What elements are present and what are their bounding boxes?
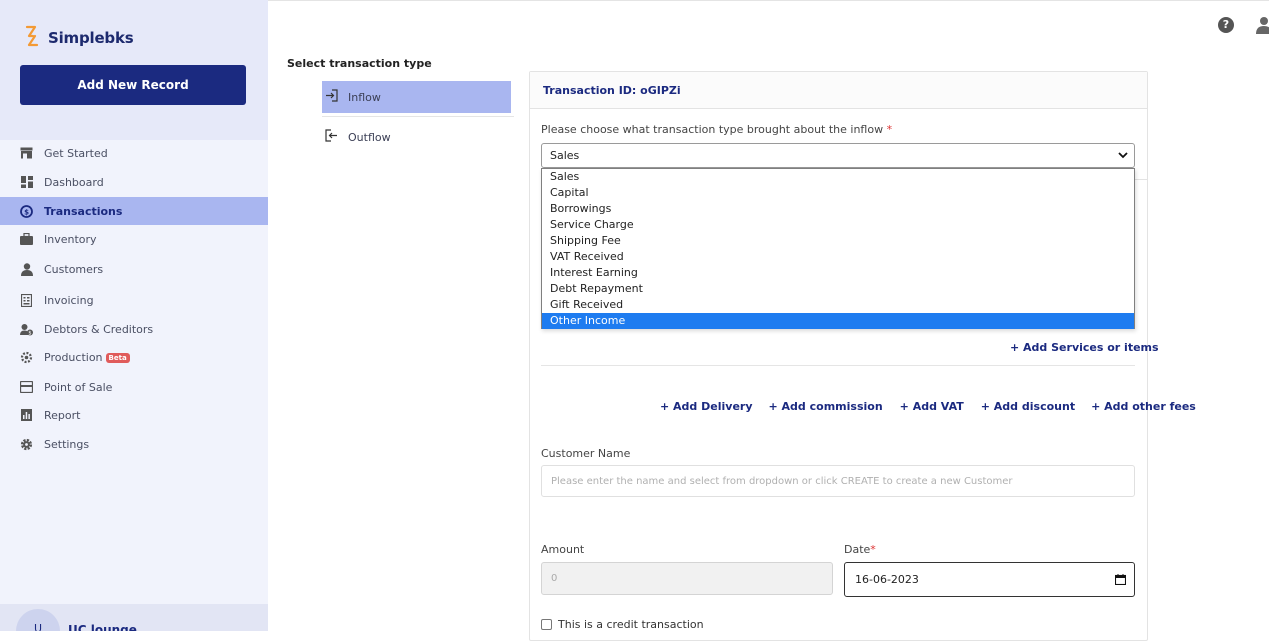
transaction-type-select[interactable]: Sales bbox=[541, 143, 1135, 168]
sidebar-item-label: Customers bbox=[44, 262, 104, 276]
credit-transaction-label: This is a credit transaction bbox=[558, 618, 704, 631]
type-outflow[interactable]: Outflow bbox=[322, 121, 511, 153]
logout-icon bbox=[325, 129, 339, 145]
transactions-icon: $ bbox=[20, 204, 33, 218]
pos-icon bbox=[20, 381, 33, 394]
dropdown-option[interactable]: Service Charge bbox=[542, 217, 1134, 233]
divider bbox=[541, 365, 1135, 366]
sidebar-item-label: Report bbox=[44, 408, 81, 422]
sidebar-item-label: Settings bbox=[44, 437, 90, 451]
divider bbox=[322, 116, 514, 117]
debtors-icon: $ bbox=[20, 323, 33, 336]
add-discount-link[interactable]: + Add discount bbox=[981, 400, 1075, 413]
sidebar: Simplebks Add New Record Get Started Das… bbox=[0, 0, 268, 631]
credit-transaction-row: This is a credit transaction bbox=[541, 618, 704, 631]
dropdown-option[interactable]: VAT Received bbox=[542, 249, 1134, 265]
svg-text:$: $ bbox=[24, 208, 29, 216]
sidebar-item-debtors-creditors[interactable]: $ Debtors & Creditors bbox=[0, 315, 268, 343]
dropdown-option[interactable]: Sales bbox=[542, 169, 1134, 185]
dropdown-option[interactable]: Debt Repayment bbox=[542, 281, 1134, 297]
customer-name-input[interactable] bbox=[541, 465, 1135, 497]
amount-input[interactable] bbox=[541, 562, 833, 595]
app-name: Simplebks bbox=[48, 29, 134, 47]
dropdown-option[interactable]: Gift Received bbox=[542, 297, 1134, 313]
dropdown-option[interactable]: Borrowings bbox=[542, 201, 1134, 217]
help-icon[interactable]: ? bbox=[1218, 17, 1234, 33]
user-name: UC lounge bbox=[68, 623, 137, 631]
add-services-link[interactable]: + Add Services or items bbox=[1010, 341, 1159, 354]
briefcase-icon bbox=[20, 233, 33, 246]
dropdown-option-highlighted[interactable]: Other Income bbox=[542, 313, 1134, 329]
sidebar-item-label: Debtors & Creditors bbox=[44, 322, 154, 336]
type-label: Outflow bbox=[348, 130, 391, 144]
sidebar-item-production[interactable]: Production Beta bbox=[0, 343, 268, 371]
avatar: U bbox=[16, 609, 60, 631]
sidebar-item-customers[interactable]: Customers bbox=[0, 255, 268, 283]
date-label-text: Date bbox=[844, 543, 871, 556]
store-icon bbox=[20, 147, 33, 160]
add-vat-link[interactable]: + Add VAT bbox=[900, 400, 964, 413]
select-transaction-type-title: Select transaction type bbox=[287, 57, 432, 70]
report-icon bbox=[20, 409, 33, 422]
divider bbox=[1135, 179, 1147, 180]
beta-badge: Beta bbox=[105, 352, 130, 363]
type-inflow[interactable]: Inflow bbox=[322, 81, 511, 113]
sidebar-item-label: Invoicing bbox=[44, 293, 94, 307]
sidebar-item-invoicing[interactable]: Invoicing bbox=[0, 286, 268, 314]
sidebar-item-transactions[interactable]: $ Transactions bbox=[0, 197, 268, 225]
dropdown-option[interactable]: Interest Earning bbox=[542, 265, 1134, 281]
customer-name-label: Customer Name bbox=[541, 447, 631, 460]
login-icon bbox=[325, 89, 339, 105]
sidebar-item-settings[interactable]: Settings bbox=[0, 430, 268, 458]
svg-text:$: $ bbox=[28, 330, 31, 336]
gear-icon bbox=[20, 438, 33, 451]
calendar-icon[interactable] bbox=[1114, 574, 1127, 586]
question-text: Please choose what transaction type brou… bbox=[541, 123, 884, 136]
production-label: Production bbox=[44, 350, 103, 364]
dropdown-option[interactable]: Shipping Fee bbox=[542, 233, 1134, 249]
sidebar-item-label: Get Started bbox=[44, 146, 108, 160]
dropdown-option[interactable]: Capital bbox=[542, 185, 1134, 201]
dashboard-icon bbox=[20, 176, 33, 189]
sidebar-item-label: Point of Sale bbox=[44, 380, 113, 394]
transaction-type-question: Please choose what transaction type brou… bbox=[541, 123, 892, 136]
required-mark: * bbox=[886, 123, 893, 136]
simplebks-logo-icon bbox=[22, 25, 42, 51]
sidebar-item-label: Dashboard bbox=[44, 175, 104, 189]
invoice-icon bbox=[20, 293, 33, 307]
add-other-fees-link[interactable]: + Add other fees bbox=[1091, 400, 1196, 413]
date-input[interactable]: 16-06-2023 bbox=[844, 562, 1135, 597]
sidebar-item-inventory[interactable]: Inventory bbox=[0, 225, 268, 253]
add-delivery-link[interactable]: + Add Delivery bbox=[660, 400, 753, 413]
app-logo[interactable]: Simplebks bbox=[22, 25, 134, 51]
required-mark: * bbox=[870, 543, 876, 556]
amount-label: Amount bbox=[541, 543, 585, 556]
user-profile[interactable]: U UC lounge bbox=[0, 604, 268, 631]
production-icon bbox=[20, 351, 33, 364]
add-new-record-button[interactable]: Add New Record bbox=[20, 65, 246, 105]
date-value: 16-06-2023 bbox=[855, 573, 919, 586]
transaction-id: Transaction ID: oGIPZi bbox=[543, 84, 681, 97]
chevron-down-icon bbox=[1118, 150, 1128, 160]
sidebar-item-label: Transactions bbox=[44, 204, 123, 218]
type-label: Inflow bbox=[348, 90, 381, 104]
sidebar-item-get-started[interactable]: Get Started bbox=[0, 139, 268, 167]
selected-value: Sales bbox=[550, 149, 580, 162]
sidebar-item-dashboard[interactable]: Dashboard bbox=[0, 168, 268, 196]
add-commission-link[interactable]: + Add commission bbox=[769, 400, 883, 413]
person-icon bbox=[20, 262, 33, 276]
sidebar-item-label: Production Beta bbox=[44, 351, 130, 364]
transaction-type-dropdown: Sales Capital Borrowings Service Charge … bbox=[541, 168, 1135, 329]
date-label: Date* bbox=[844, 543, 876, 556]
sidebar-item-point-of-sale[interactable]: Point of Sale bbox=[0, 373, 268, 401]
user-account-icon[interactable] bbox=[1256, 16, 1269, 34]
credit-transaction-checkbox[interactable] bbox=[541, 619, 552, 630]
sidebar-item-report[interactable]: Report bbox=[0, 401, 268, 429]
fee-links: + Add Delivery + Add commission + Add VA… bbox=[660, 400, 1196, 413]
top-border bbox=[268, 0, 1269, 1]
panel-header: Transaction ID: oGIPZi bbox=[530, 72, 1147, 109]
sidebar-item-label: Inventory bbox=[44, 232, 97, 246]
